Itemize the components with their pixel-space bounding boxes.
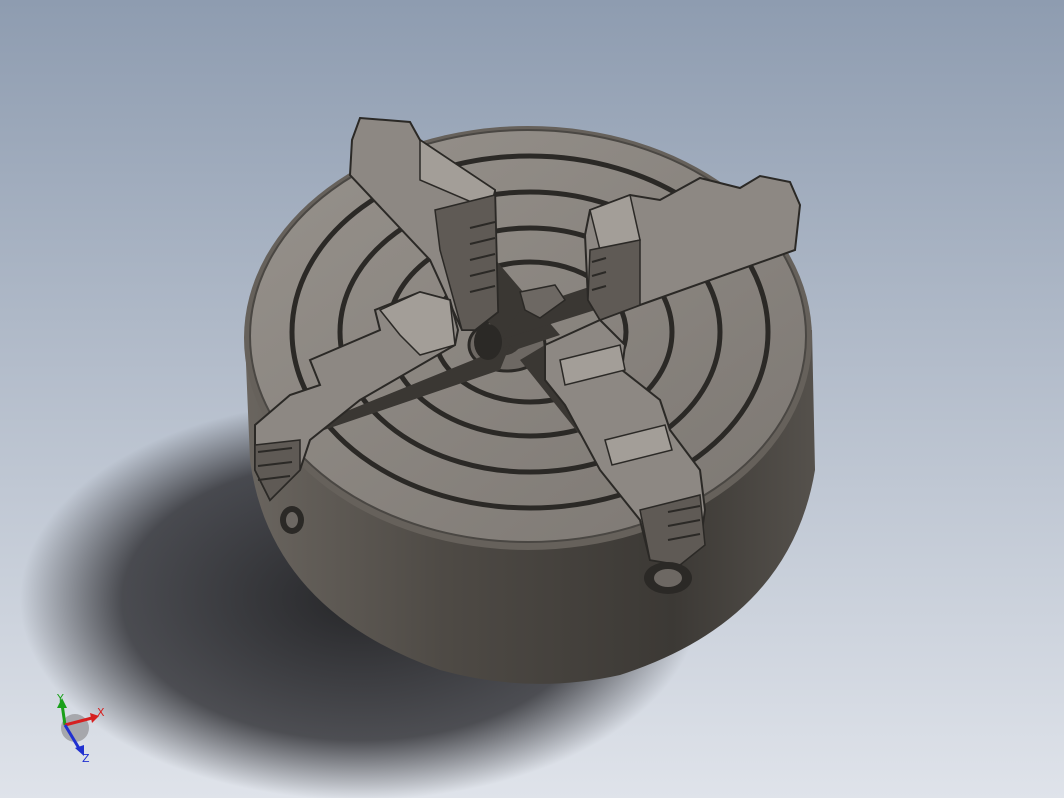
triad-z-label: Z [82, 752, 90, 765]
triad-x-label: X [97, 706, 105, 719]
triad-y-label: Y [56, 692, 64, 705]
graphics-viewport[interactable]: Y X Z [0, 0, 1064, 798]
model-scene[interactable]: Y X Z [0, 0, 1064, 798]
